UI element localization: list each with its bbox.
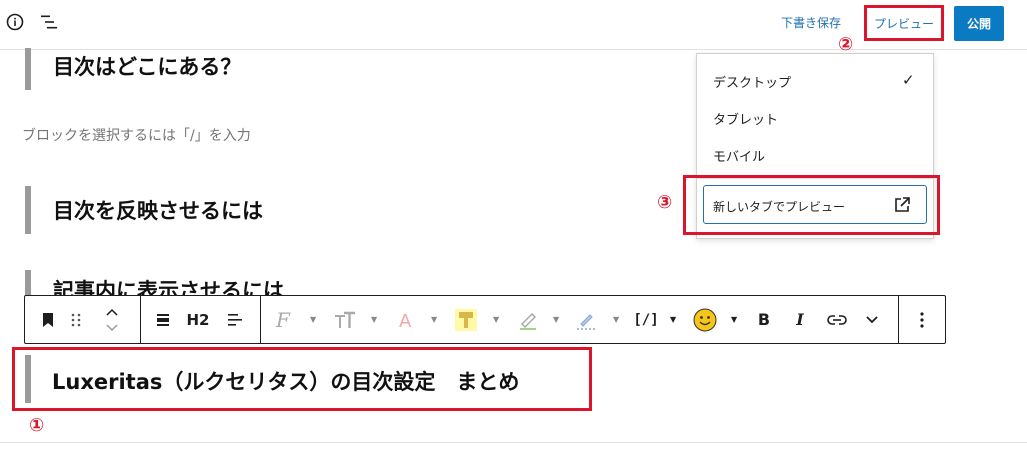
annotation-highlight-1 [12,347,592,411]
save-draft-button[interactable]: 下書き保存 [781,14,841,31]
preview-tablet-option[interactable]: タブレット [713,109,778,128]
font-size-icon[interactable] [330,296,360,343]
caret-down-icon[interactable]: ▼ [613,296,619,343]
drag-handle-icon[interactable] [65,296,87,343]
link-icon[interactable] [823,296,851,343]
more-options-icon[interactable] [909,296,935,343]
marker-icon[interactable] [513,296,543,343]
editor-top-bar: 下書き保存 プレビュー 公開 [0,0,1027,50]
preview-desktop-option[interactable]: デスクトップ [713,72,791,91]
more-formatting-chevron-icon[interactable] [859,296,885,343]
caret-down-icon[interactable]: ▼ [670,296,676,343]
pen-underline-icon[interactable] [571,296,601,343]
bold-button[interactable]: B [751,296,777,343]
caret-down-icon[interactable]: ▼ [310,296,316,343]
text-color-icon[interactable]: A [391,296,421,343]
move-up-down-icon[interactable] [99,296,125,343]
editor-bottom-divider [0,442,1027,443]
bookmark-icon[interactable] [35,296,61,343]
heading-bar [25,48,31,90]
external-link-icon [892,195,912,215]
heading-level-button[interactable]: H2 [183,296,213,343]
caret-down-icon[interactable]: ▼ [431,296,437,343]
preview-in-new-tab-button[interactable]: 新しいタブでプレビュー [703,185,927,224]
svg-text:F: F [275,309,291,331]
highlighter-icon[interactable] [451,296,481,343]
caret-down-icon[interactable]: ▼ [553,296,559,343]
heading-block[interactable]: 目次はどこにある？ [53,51,241,81]
block-placeholder[interactable]: ブロックを選択するには「/」を入力 [22,125,251,145]
align-wide-icon[interactable] [150,296,176,343]
preview-mobile-option[interactable]: モバイル [713,146,765,165]
caret-down-icon[interactable]: ▼ [493,296,499,343]
toolbar-separator [898,296,899,343]
caret-down-icon[interactable]: ▼ [731,296,737,343]
toolbar-separator [140,296,141,343]
info-icon[interactable] [4,11,26,33]
heading-block[interactable]: 目次を反映させるには [53,195,263,225]
publish-button[interactable]: 公開 [954,6,1004,41]
italic-button[interactable]: I [787,296,813,343]
emoji-icon[interactable] [690,296,720,343]
preview-in-new-tab-label: 新しいタブでプレビュー [713,200,846,214]
svg-text:A: A [399,311,412,329]
preview-button[interactable]: プレビュー [864,5,944,41]
document-outline-icon[interactable] [38,11,60,33]
annotation-marker-3: ③ [657,192,673,213]
caret-down-icon[interactable]: ▼ [371,296,377,343]
annotation-marker-1: ① [29,415,45,436]
toolbar-separator [260,296,261,343]
check-icon: ✓ [902,71,915,89]
shortcode-button[interactable]: [/] [631,296,661,343]
text-align-icon[interactable] [223,296,247,343]
block-toolbar: H2 F ▼ ▼ A ▼ ▼ ▼ ▼ [/] ▼ ▼ B I [24,295,946,344]
font-family-icon[interactable]: F [269,296,299,343]
heading-bar [25,186,31,234]
annotation-marker-2: ② [838,34,854,55]
